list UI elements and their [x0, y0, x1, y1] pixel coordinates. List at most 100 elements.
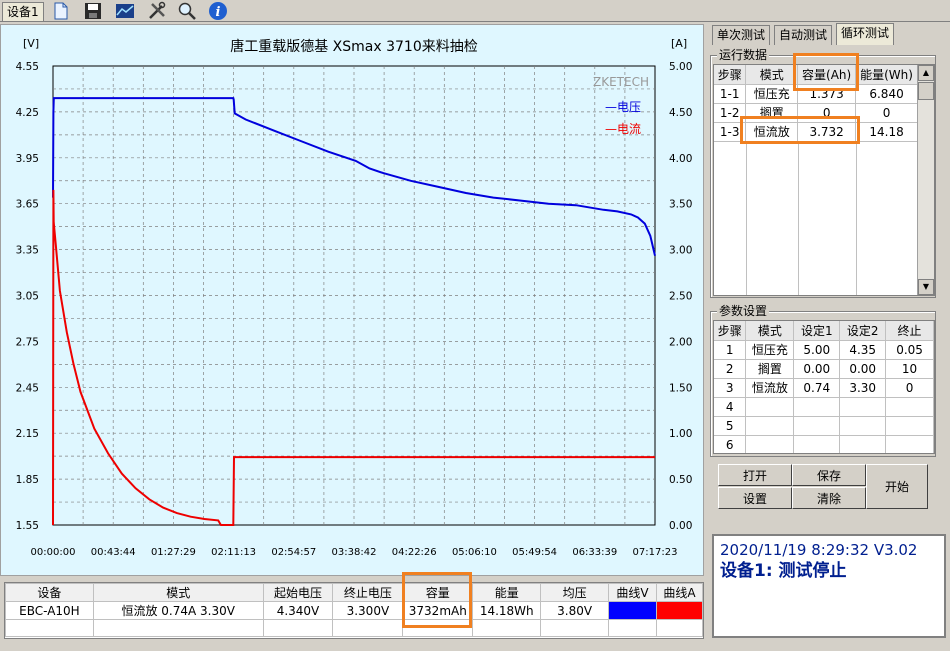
run-row[interactable]: 1-3 恒流放 3.732 14.18 [714, 122, 918, 142]
run-data-scrollbar[interactable]: ▲ ▼ [917, 65, 934, 295]
run-header: 模式 [745, 65, 799, 85]
scroll-thumb[interactable] [918, 82, 934, 100]
summary-mode: 恒流放 0.74A 3.30V [92, 601, 264, 620]
params-row[interactable]: 6 [714, 435, 934, 453]
params-cell [793, 435, 841, 453]
summary-header: 曲线V [608, 583, 657, 602]
params-header: 设定2 [839, 321, 887, 341]
params-cell [793, 416, 841, 436]
y2-tick-label: 1.50 [669, 382, 692, 394]
device-tab[interactable]: 设备1 [2, 2, 44, 21]
summary-header: 均压 [540, 583, 610, 602]
x-tick-label: 02:54:57 [271, 547, 316, 558]
params-cell: 5 [714, 416, 747, 436]
summary-row[interactable]: EBC-A10H 恒流放 0.74A 3.30V 4.340V 3.300V 3… [5, 601, 704, 620]
params-grid: 步骤 模式 设定1 设定2 终止 1 恒压充 5.00 4.35 0.05 2 搁置 0.0… [713, 320, 935, 454]
new-file-button[interactable] [50, 0, 72, 21]
chart-view-button[interactable] [114, 0, 136, 21]
params-row[interactable]: 4 [714, 397, 934, 417]
summary-capacity: 3732mAh [402, 601, 474, 620]
tab-auto-test[interactable]: 自动测试 [774, 25, 833, 45]
run-cell: 1-1 [714, 84, 747, 104]
run-data-group: 运行数据 步骤 模式 容量(Ah) 能量(Wh) 1-1 恒压充 1.373 6… [710, 47, 936, 298]
params-cell: 3 [714, 378, 747, 398]
start-button[interactable]: 开始 [866, 464, 928, 509]
curve-v-swatch[interactable] [608, 601, 657, 620]
y-tick-label: 4.25 [16, 107, 39, 119]
params-title: 参数设置 [717, 303, 770, 319]
params-cell [839, 397, 887, 417]
y2-tick-label: 1.00 [669, 428, 692, 440]
run-header: 容量(Ah) [797, 65, 857, 85]
x-tick-label: 07:17:23 [633, 547, 678, 558]
y-tick-label: 1.55 [16, 520, 39, 532]
summary-header: 曲线A [655, 583, 704, 602]
summary-header-row: 设备 模式 起始电压 终止电压 容量 能量 均压 曲线V 曲线A [5, 583, 704, 602]
summary-end-voltage: 3.300V [332, 601, 404, 620]
summary-header: 起始电压 [262, 583, 334, 602]
svg-text:i: i [216, 5, 221, 20]
info-button[interactable]: i [207, 0, 229, 21]
tools-button[interactable] [146, 0, 168, 21]
y-tick-label: 2.45 [16, 382, 39, 394]
params-cell [793, 397, 841, 417]
y-tick-label: 3.65 [16, 199, 39, 211]
run-header-row: 步骤 模式 容量(Ah) 能量(Wh) [714, 65, 918, 85]
x-tick-label: 00:00:00 [31, 547, 76, 558]
params-row[interactable]: 2 搁置 0.00 0.00 10 [714, 359, 934, 379]
params-header: 设定1 [793, 321, 841, 341]
run-header: 能量(Wh) [855, 65, 918, 85]
x-tick-label: 02:11:13 [211, 547, 256, 558]
params-cell: 4.35 [839, 340, 887, 360]
run-cell: 搁置 [745, 103, 799, 123]
params-cell: 10 [885, 359, 934, 379]
open-button[interactable]: 打开 [718, 464, 792, 486]
scroll-up-icon[interactable]: ▲ [918, 65, 934, 81]
x-tick-label: 04:22:26 [392, 547, 437, 558]
tab-cycle-test[interactable]: 循环测试 [836, 23, 895, 45]
run-cell: 0 [797, 103, 857, 123]
run-cell: 1-3 [714, 122, 747, 142]
y-tick-label: 1.85 [16, 474, 39, 486]
y2-tick-label: 0.50 [669, 474, 692, 486]
params-cell: 0.05 [885, 340, 934, 360]
discharge-chart: 唐工重载版德基 XSmax 3710来料抽检 [V] [A] 00:00:00 0… [16, 37, 693, 558]
status-message: 设备1: 测试停止 [720, 561, 847, 581]
run-row[interactable]: 1-1 恒压充 1.373 6.840 [714, 84, 918, 104]
params-cell: 0 [885, 378, 934, 398]
params-cell: 0.00 [839, 359, 887, 379]
toolbar: 设备1 i [0, 0, 950, 22]
params-cell [745, 435, 795, 453]
save-button[interactable] [82, 0, 104, 21]
settings-button[interactable]: 设置 [718, 487, 792, 509]
params-row[interactable]: 1 恒压充 5.00 4.35 0.05 [714, 340, 934, 360]
params-cell [839, 416, 887, 436]
summary-start-voltage: 4.340V [262, 601, 334, 620]
chart-panel: 唐工重载版德基 XSmax 3710来料抽检 [V] [A] 00:00:00 0… [0, 24, 704, 576]
save-params-button[interactable]: 保存 [792, 464, 866, 486]
params-cell [745, 416, 795, 436]
params-row[interactable]: 5 [714, 416, 934, 436]
clear-button[interactable]: 清除 [792, 487, 866, 509]
y2-tick-label: 2.50 [669, 291, 692, 303]
search-button[interactable] [176, 0, 198, 21]
new-icon [54, 2, 68, 19]
params-cell: 3.30 [839, 378, 887, 398]
y-tick-label: 2.75 [16, 336, 39, 348]
params-cell [885, 416, 934, 436]
summary-header: 设备 [5, 583, 94, 602]
y-tick-label: 3.35 [16, 245, 39, 257]
scroll-down-icon[interactable]: ▼ [918, 279, 934, 295]
summary-table: 设备 模式 起始电压 终止电压 容量 能量 均压 曲线V 曲线A EBC-A10… [4, 582, 704, 639]
legend-current: —电流 [605, 122, 641, 136]
y2-tick-label: 4.00 [669, 153, 692, 165]
run-row[interactable]: 1-2 搁置 0 0 [714, 103, 918, 123]
y2-tick-label: 0.00 [669, 520, 692, 532]
params-group: 参数设置 步骤 模式 设定1 设定2 终止 1 恒压充 5.00 4.35 0.05 2… [710, 303, 936, 457]
tab-single-test[interactable]: 单次测试 [712, 25, 771, 45]
params-cell [885, 435, 934, 453]
y-tick-label: 2.15 [16, 428, 39, 440]
run-cell: 1-2 [714, 103, 747, 123]
curve-a-swatch[interactable] [655, 601, 704, 620]
params-row[interactable]: 3 恒流放 0.74 3.30 0 [714, 378, 934, 398]
